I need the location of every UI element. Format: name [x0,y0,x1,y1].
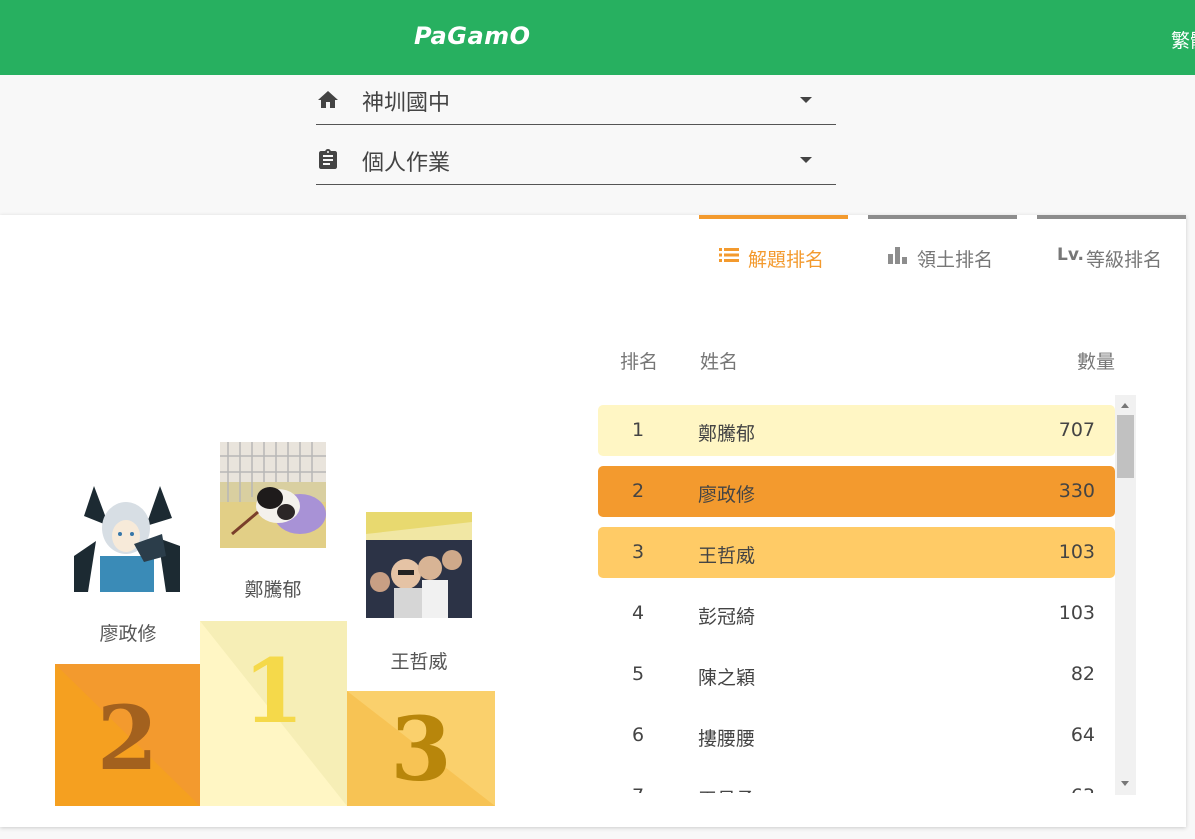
header-name: 姓名 [700,351,739,373]
podium-block-second: 2 [55,664,200,806]
pagamo-logo[interactable]: PaGamO [414,22,531,50]
place-number-first: 1 [242,639,305,743]
row-rank: 1 [631,419,645,441]
podium-block-first: 1 [200,621,347,806]
list-icon [719,247,739,267]
podium-name-first: 鄭騰郁 [244,579,302,601]
row-rank: 4 [631,602,645,624]
row-name: 廖政修 [698,484,756,506]
row-count: 64 [1070,724,1095,746]
table-row[interactable]: 6 摟腰腰 64 [598,710,1115,761]
school-select[interactable]: 神圳國中 [316,75,836,125]
podium-name-second: 廖政修 [99,623,157,645]
table-row[interactable]: 7 王呈丞 63 [598,771,1115,793]
place-number-third: 3 [390,697,452,801]
avatar-first [220,442,326,548]
home-icon [316,88,340,112]
row-count: 103 [1058,541,1095,563]
scroll-up-icon[interactable] [1121,403,1129,408]
row-name: 陳之穎 [698,667,756,689]
table-row[interactable]: 3 王哲威 103 [598,527,1115,578]
tab-solve-ranking[interactable]: 解題排名 [699,215,848,285]
header-count: 數量 [1077,351,1116,373]
header-rank: 排名 [620,351,659,373]
top-bar: PaGamO 繁體 [0,0,1195,75]
place-number-second: 2 [96,686,159,790]
row-rank: 3 [631,541,645,563]
avatar-second [74,486,180,592]
table-row[interactable]: 4 彭冠綺 103 [598,588,1115,639]
row-rank: 2 [631,480,645,502]
podium-block-third: 3 [347,691,495,806]
table-row[interactable]: 5 陳之穎 82 [598,649,1115,700]
tab-label: 等級排名 [1086,249,1163,271]
tab-territory-ranking[interactable]: 領土排名 [868,215,1017,285]
chevron-down-icon[interactable] [800,157,812,163]
tab-indicator [868,215,1017,219]
row-count: 82 [1070,663,1095,685]
row-count: 707 [1058,419,1095,441]
row-name: 鄭騰郁 [698,423,756,445]
row-count: 103 [1058,602,1095,624]
scroll-down-icon[interactable] [1121,781,1129,786]
tab-level-ranking[interactable]: Lv. 等級排名 [1037,215,1186,285]
chevron-down-icon[interactable] [800,97,812,103]
bar-chart-icon [888,247,907,268]
row-rank: 5 [631,663,645,685]
tab-indicator [1037,215,1186,219]
podium-name-third: 王哲威 [390,651,448,673]
table-row[interactable]: 2 廖政修 330 [598,466,1115,517]
language-switch[interactable]: 繁體 [1171,26,1195,53]
school-select-value: 神圳國中 [362,91,451,116]
assignment-select[interactable]: 個人作業 [316,135,836,185]
tab-label: 解題排名 [748,249,825,271]
scrollbar-thumb[interactable] [1117,415,1134,478]
row-name: 王呈丞 [698,785,755,793]
tab-indicator [699,215,848,219]
tab-label: 領土排名 [917,249,994,271]
level-icon: Lv. [1057,245,1084,265]
row-rank: 6 [631,724,645,746]
row-count: 63 [1071,785,1095,793]
table-row[interactable]: 1 鄭騰郁 707 [598,405,1115,456]
row-name: 彭冠綺 [698,606,756,628]
avatar-third [366,512,472,618]
row-rank: 7 [628,785,648,793]
assignment-select-value: 個人作業 [362,151,451,176]
row-count: 330 [1058,480,1095,502]
row-name: 摟腰腰 [698,728,756,750]
row-name: 王哲威 [698,545,756,567]
clipboard-icon [316,148,340,172]
list-scrollbar[interactable] [1115,395,1136,795]
